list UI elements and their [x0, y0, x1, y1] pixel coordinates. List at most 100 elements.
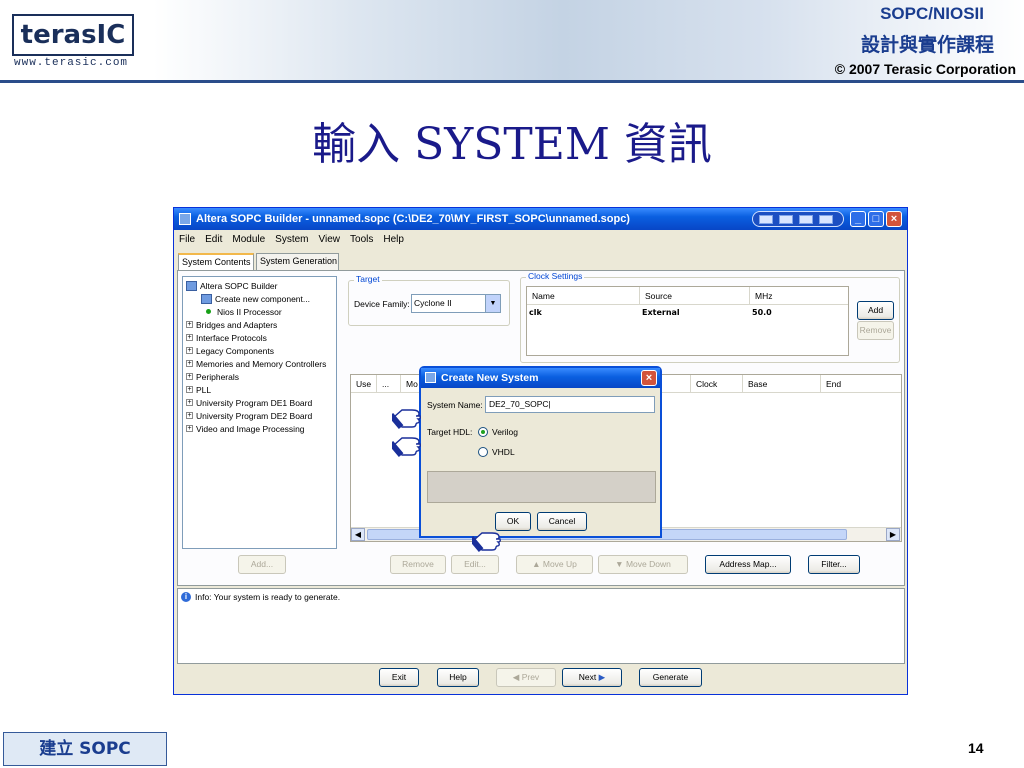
menu-view[interactable]: View — [314, 231, 346, 245]
extra-control-icon[interactable] — [779, 215, 793, 224]
tree-group-memories[interactable]: + Memories and Memory Controllers — [186, 357, 326, 370]
tree-item-nios2[interactable]: Nios II Processor — [201, 305, 282, 318]
tab-system-generation[interactable]: System Generation — [256, 253, 339, 270]
col-connections[interactable]: ... — [377, 375, 401, 393]
chevron-down-icon[interactable]: ▼ — [485, 295, 500, 312]
tree-group-label: Peripherals — [196, 371, 239, 382]
prev-button[interactable]: ◀ Prev — [496, 668, 556, 687]
tree-group-video[interactable]: + Video and Image Processing — [186, 422, 305, 435]
tab-system-contents[interactable]: System Contents — [178, 253, 254, 271]
extra-control-icon[interactable] — [759, 215, 773, 224]
header-rule — [0, 80, 1024, 83]
create-new-system-dialog: Create New System × System Name: DE2_70_… — [419, 366, 662, 538]
col-clock[interactable]: Clock — [691, 375, 743, 393]
footer-section-label: 建立 SOPC — [3, 732, 167, 766]
clock-remove-button[interactable]: Remove — [857, 321, 894, 340]
expand-icon[interactable]: + — [186, 347, 193, 354]
slide-title: 輸入 SYSTEM 資訊 — [312, 119, 712, 170]
address-map-button[interactable]: Address Map... — [705, 555, 791, 574]
vhdl-label[interactable]: VHDL — [492, 447, 515, 457]
expand-icon[interactable]: + — [186, 373, 193, 380]
scroll-right-icon[interactable]: ▶ — [886, 528, 900, 541]
tree-group-label: University Program DE2 Board — [196, 410, 313, 421]
expand-icon[interactable]: + — [186, 399, 193, 406]
filter-button[interactable]: Filter... — [808, 555, 860, 574]
tree-root[interactable]: Altera SOPC Builder — [186, 279, 277, 292]
course-title: SOPC/NIOSII — [880, 4, 984, 23]
edit-button[interactable]: Edit... — [451, 555, 499, 574]
target-legend: Target — [354, 274, 382, 284]
col-use[interactable]: Use — [351, 375, 377, 393]
tree-group-label: Interface Protocols — [196, 332, 267, 343]
tree-group-peripherals[interactable]: + Peripherals — [186, 370, 239, 383]
maximize-icon[interactable]: □ — [868, 211, 884, 227]
expand-icon[interactable]: + — [186, 425, 193, 432]
system-name-input[interactable]: DE2_70_SOPC| — [485, 396, 655, 413]
component-icon — [201, 293, 212, 304]
add-component-button[interactable]: Add... — [238, 555, 286, 574]
app-icon — [179, 213, 191, 225]
clock-col-mhz[interactable]: MHz — [750, 287, 848, 305]
tree-group-legacy[interactable]: + Legacy Components — [186, 344, 274, 357]
clock-cell-source[interactable]: External — [640, 306, 750, 320]
help-button[interactable]: Help — [437, 668, 479, 687]
expand-icon[interactable]: + — [186, 334, 193, 341]
verilog-label[interactable]: Verilog — [492, 427, 518, 437]
close-icon[interactable]: × — [886, 211, 902, 227]
expand-icon[interactable]: + — [186, 386, 193, 393]
expand-icon[interactable]: + — [186, 412, 193, 419]
exit-button[interactable]: Exit — [379, 668, 419, 687]
remove-button[interactable]: Remove — [390, 555, 446, 574]
scroll-left-icon[interactable]: ◀ — [351, 528, 365, 541]
text-cursor: | — [548, 399, 551, 409]
clock-col-source[interactable]: Source — [640, 287, 750, 305]
clock-col-name[interactable]: Name — [527, 287, 640, 305]
green-dot-icon — [206, 309, 211, 314]
clock-cell-mhz[interactable]: 50.0 — [750, 306, 848, 320]
tree-group-label: PLL — [196, 384, 212, 395]
close-icon[interactable]: × — [641, 370, 657, 386]
target-hdl-label: Target HDL: — [427, 427, 473, 437]
menu-file[interactable]: File — [174, 231, 200, 245]
dialog-titlebar[interactable]: Create New System × — [421, 368, 660, 388]
move-up-button[interactable]: ▲ Move Up — [516, 555, 593, 574]
titlebar-extra-controls[interactable] — [752, 211, 844, 227]
cancel-button[interactable]: Cancel — [537, 512, 587, 531]
down-arrow-icon: ▼ — [615, 559, 626, 569]
device-family-select[interactable]: Cyclone II ▼ — [411, 294, 501, 313]
prev-label: Prev — [521, 672, 540, 682]
verilog-radio[interactable] — [478, 427, 488, 437]
next-label: Next — [578, 672, 597, 682]
next-button[interactable]: Next ▶ — [562, 668, 622, 687]
menu-help[interactable]: Help — [378, 231, 409, 245]
clock-cell-name[interactable]: clk — [527, 306, 640, 320]
minimize-icon[interactable]: _ — [850, 211, 866, 227]
menu-system[interactable]: System — [270, 231, 313, 245]
menu-edit[interactable]: Edit — [200, 231, 227, 245]
window-titlebar[interactable]: Altera SOPC Builder - unnamed.sopc (C:\D… — [174, 208, 907, 230]
clock-add-button[interactable]: Add — [857, 301, 894, 320]
generate-button[interactable]: Generate — [639, 668, 702, 687]
menu-tools[interactable]: Tools — [345, 231, 378, 245]
menu-module[interactable]: Module — [227, 231, 270, 245]
clock-settings-group: Clock Settings Name Source MHz clk Exter… — [520, 271, 900, 363]
extra-control-icon[interactable] — [819, 215, 833, 224]
extra-control-icon[interactable] — [799, 215, 813, 224]
terasic-logo: terasIC — [12, 14, 134, 56]
tree-group-de1[interactable]: + University Program DE1 Board — [186, 396, 312, 409]
vhdl-radio[interactable] — [478, 447, 488, 457]
tree-group-bridges[interactable]: + Bridges and Adapters — [186, 318, 277, 331]
tree-group-de2[interactable]: + University Program DE2 Board — [186, 409, 312, 422]
tree-item-create-component[interactable]: Create new component... — [201, 292, 310, 305]
expand-icon[interactable]: + — [186, 360, 193, 367]
clock-table[interactable]: Name Source MHz clk External 50.0 — [526, 286, 849, 356]
move-down-label: Move Down — [625, 559, 671, 569]
component-library-tree[interactable]: Altera SOPC Builder Create new component… — [182, 276, 337, 549]
tree-group-interface[interactable]: + Interface Protocols — [186, 331, 267, 344]
tree-group-pll[interactable]: + PLL — [186, 383, 211, 396]
pointing-hand-icon — [472, 532, 501, 553]
col-end[interactable]: End — [821, 375, 901, 393]
col-base[interactable]: Base — [743, 375, 821, 393]
move-down-button[interactable]: ▼ Move Down — [598, 555, 688, 574]
expand-icon[interactable]: + — [186, 321, 193, 328]
